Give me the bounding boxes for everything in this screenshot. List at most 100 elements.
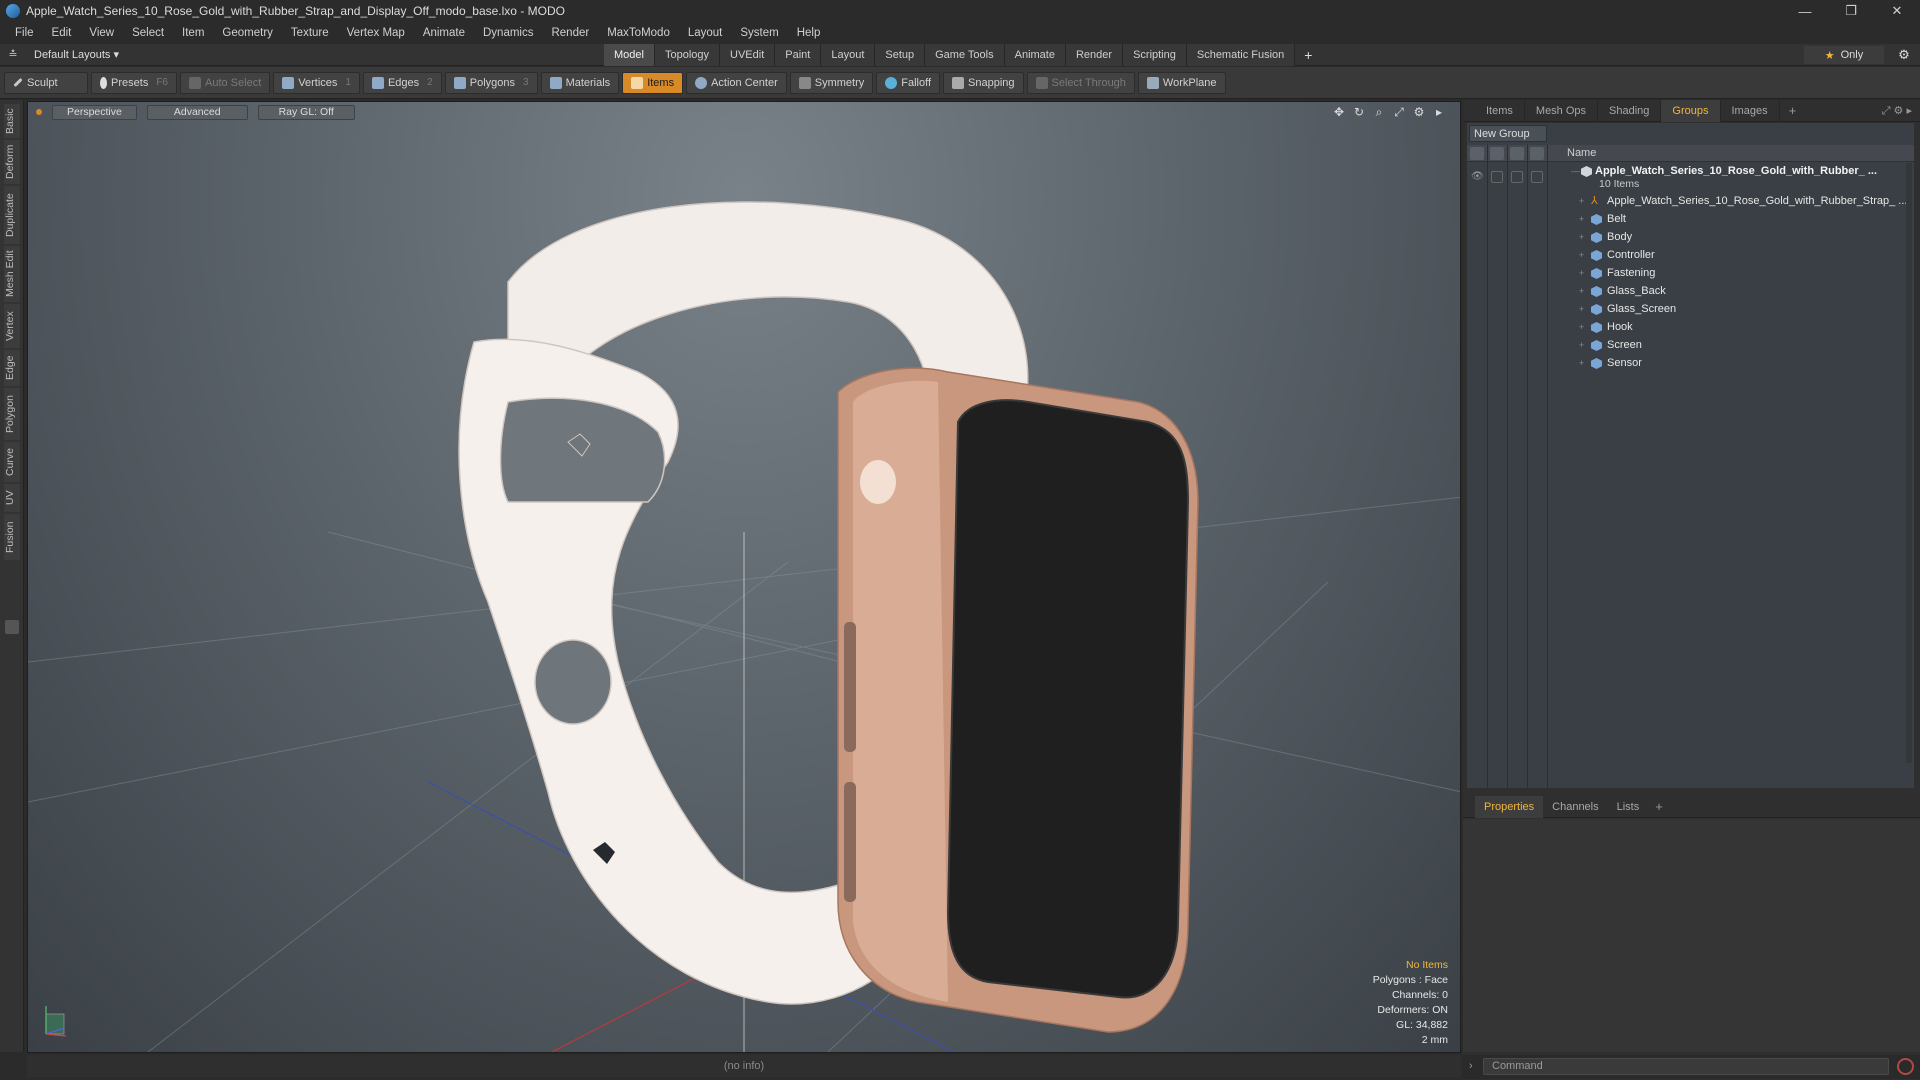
minimize-button[interactable]: — [1782,0,1828,22]
sculpt-button[interactable]: Sculpt [4,71,88,94]
add-tab-button[interactable]: + [1295,44,1321,66]
sidebar-tab-polygon[interactable]: Polygon [4,388,20,440]
groups-scrollbar[interactable] [1906,163,1912,763]
menu-select[interactable]: Select [123,27,173,39]
collapse-arrow-icon[interactable]: — [1571,166,1580,176]
tab-uvedit[interactable]: UVEdit [720,44,776,66]
list-item[interactable]: + ⅄ Apple_Watch_Series_10_Rose_Gold_with… [1467,193,1914,211]
tab-schematic-fusion[interactable]: Schematic Fusion [1186,44,1296,66]
sidebar-tab-basic[interactable]: Basic [4,104,20,138]
menu-geometry[interactable]: Geometry [213,27,282,39]
tab-topology[interactable]: Topology [654,44,721,66]
list-item[interactable]: + Belt [1467,211,1914,229]
expand-arrow-icon[interactable]: + [1579,214,1584,224]
tab-game-tools[interactable]: Game Tools [925,44,1005,66]
menu-edit[interactable]: Edit [43,27,81,39]
list-item[interactable]: + Glass_Screen [1467,301,1914,319]
tab-render[interactable]: Render [1065,44,1124,66]
expand-arrow-icon[interactable]: + [1579,304,1584,314]
tab-animate[interactable]: Animate [1004,44,1066,66]
list-item[interactable]: + Sensor [1467,355,1914,373]
menu-system[interactable]: System [731,27,787,39]
tab-mesh-ops[interactable]: Mesh Ops [1525,99,1599,122]
group-row[interactable]: 👁 — Apple_Watch_Series_10_Rose_Gold_with… [1467,163,1914,193]
menu-render[interactable]: Render [542,27,598,39]
menu-help[interactable]: Help [788,27,830,39]
menu-view[interactable]: View [80,27,123,39]
tab-lists[interactable]: Lists [1608,796,1649,818]
panel-maximize-icon[interactable]: ⤢ ⚙ ▸ [1882,104,1912,118]
expand-arrow-icon[interactable]: + [1579,232,1584,242]
menu-layout[interactable]: Layout [679,27,732,39]
menu-animate[interactable]: Animate [414,27,474,39]
tab-images[interactable]: Images [1721,99,1780,122]
list-item[interactable]: + Hook [1467,319,1914,337]
layout-select[interactable]: Default Layouts ▾ [26,48,166,61]
fit-icon[interactable]: ⤢ [1392,105,1406,119]
sidebar-tab-curve[interactable]: Curve [4,442,20,482]
sidebar-tab-uv[interactable]: UV [4,484,20,512]
name-column-header[interactable]: Name [1567,147,1596,159]
menu-dynamics[interactable]: Dynamics [474,27,542,39]
render-header-icon[interactable] [1490,147,1504,160]
items-button[interactable]: Items [622,71,684,94]
command-history-icon[interactable] [1897,1058,1914,1075]
expand-arrow-icon[interactable]: + [1579,340,1584,350]
tab-paint[interactable]: Paint [775,44,822,66]
tab-layout[interactable]: Layout [821,44,876,66]
list-item[interactable]: + Controller [1467,247,1914,265]
only-button[interactable]: ★ Only [1804,46,1884,64]
viewport-settings-icon[interactable]: ⚙ [1412,105,1426,119]
sidebar-tab-vertex[interactable]: Vertex [4,304,20,348]
auto-select-button[interactable]: Auto Select [180,71,271,94]
sidebar-tab-deform[interactable]: Deform [4,140,20,184]
snapping-button[interactable]: Snapping [943,71,1024,94]
expand-arrow-icon[interactable]: + [1579,286,1584,296]
viewport-menu-dot[interactable] [36,109,42,115]
select-header-icon[interactable] [1530,147,1544,160]
list-item[interactable]: + Fastening [1467,265,1914,283]
expand-arrow-icon[interactable]: + [1579,250,1584,260]
action-center-button[interactable]: Action Center [686,71,787,94]
rotate-icon[interactable]: ↻ [1352,105,1366,119]
sidebar-toggle-button[interactable] [5,620,19,634]
view-mode-dropdown[interactable]: Perspective [52,104,137,120]
tab-channels[interactable]: Channels [1543,796,1607,818]
list-item[interactable]: + Glass_Back [1467,283,1914,301]
tab-scripting[interactable]: Scripting [1123,44,1187,66]
tab-model[interactable]: Model [604,44,655,66]
expand-arrow-icon[interactable]: + [1579,322,1584,332]
shading-dropdown[interactable]: Advanced [146,104,248,120]
edges-button[interactable]: Edges 2 [362,71,442,94]
tab-properties[interactable]: Properties [1475,795,1544,818]
symmetry-button[interactable]: Symmetry [789,71,874,94]
select-through-button[interactable]: Select Through [1026,71,1135,94]
close-button[interactable]: ✕ [1874,0,1920,22]
add-panel-tab-button[interactable]: + [1780,103,1806,118]
menu-file[interactable]: File [6,27,43,39]
expand-arrow-icon[interactable]: ▸ [1432,105,1446,119]
sidebar-tab-mesh-edit[interactable]: Mesh Edit [4,246,20,302]
tab-shading[interactable]: Shading [1598,99,1662,122]
command-input[interactable]: Command [1483,1058,1889,1075]
lock-header-icon[interactable] [1510,147,1524,160]
expand-arrow-icon[interactable]: + [1579,358,1584,368]
list-item[interactable]: + Screen [1467,337,1914,355]
lock-toggle-icon[interactable] [1511,171,1523,183]
falloff-button[interactable]: Falloff [876,71,941,94]
select-toggle-icon[interactable] [1531,171,1543,183]
materials-button[interactable]: Materials [540,71,620,94]
expand-arrow-icon[interactable]: + [1579,196,1584,206]
visibility-header-icon[interactable] [1470,147,1484,160]
tab-setup[interactable]: Setup [875,44,926,66]
visibility-eye-icon[interactable]: 👁 [1471,171,1484,183]
menu-texture[interactable]: Texture [282,27,338,39]
workplane-button[interactable]: WorkPlane [1137,71,1226,94]
add-props-tab-button[interactable]: + [1648,799,1670,814]
expand-arrow-icon[interactable]: + [1579,268,1584,278]
menu-item[interactable]: Item [173,27,213,39]
tab-groups[interactable]: Groups [1661,99,1721,122]
menu-vertex-map[interactable]: Vertex Map [338,27,414,39]
command-arrow-icon[interactable]: › [1469,1060,1473,1072]
render-toggle-icon[interactable] [1491,171,1503,183]
